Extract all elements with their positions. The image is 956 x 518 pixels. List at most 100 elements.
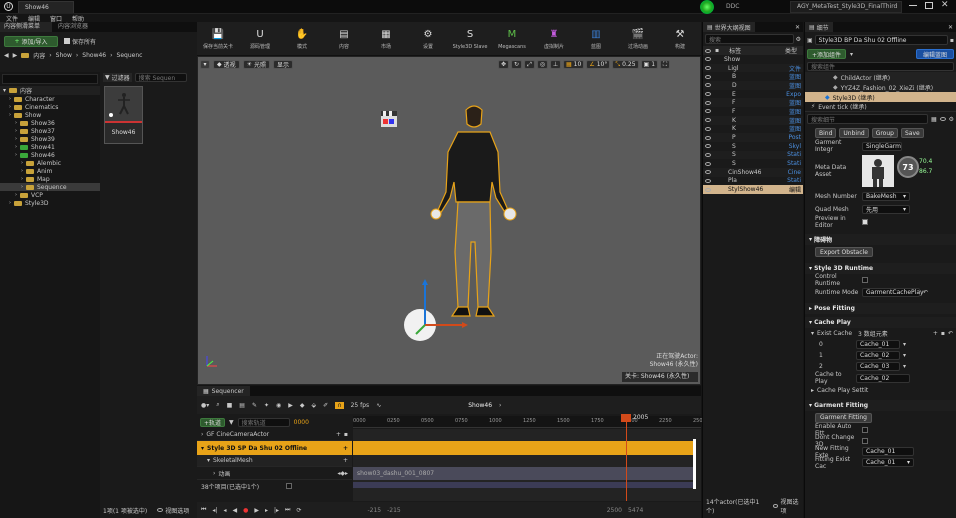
next-key-icon[interactable]: |▸ xyxy=(274,507,279,514)
chevron-down-icon[interactable]: ▾ xyxy=(903,363,906,370)
reset-icon[interactable]: ↶ xyxy=(948,330,956,337)
outliner-row[interactable]: StylShow46 编辑 xyxy=(703,185,803,194)
maximize-viewport-icon[interactable]: ⛶ xyxy=(660,60,671,69)
add-component-button[interactable]: +添加组件 xyxy=(807,49,847,59)
forward-icon[interactable]: ▶ xyxy=(13,52,18,59)
actor-name-input[interactable]: Style3D BP Da Shu 02 Offline xyxy=(814,35,948,45)
runtime-mode-select[interactable]: GarmentCachePlay xyxy=(862,288,924,297)
breadcrumb-item-show[interactable]: Show xyxy=(56,52,72,59)
settings-icon[interactable]: ⚙ xyxy=(949,116,954,123)
toolbar-button[interactable]: ⚙ 设置 xyxy=(407,23,449,55)
track-row-skeletalmesh[interactable]: ▾ SkeletalMesh + xyxy=(197,455,352,467)
outliner-row[interactable]: S Skyl xyxy=(703,142,803,151)
outliner-row[interactable]: F 蓝图 xyxy=(703,98,803,107)
bind-button[interactable]: Bind xyxy=(815,128,837,138)
chevron-down-icon[interactable]: ▾ xyxy=(903,341,906,348)
add-icon[interactable]: + xyxy=(336,431,341,438)
surface-snap-icon[interactable]: ⊥ xyxy=(550,60,561,69)
tree-item[interactable]: › Sequence xyxy=(0,183,100,191)
world-icon[interactable]: ◎ xyxy=(537,60,548,69)
toolbar-button[interactable]: ✋ 模式 xyxy=(281,23,323,55)
minimize-icon[interactable] xyxy=(909,5,917,6)
add-icon[interactable]: + xyxy=(933,330,938,337)
render-icon[interactable]: ▤ xyxy=(239,402,245,409)
details-search-input[interactable]: 搜索细节 xyxy=(807,114,928,124)
outliner-row[interactable]: S Stati xyxy=(703,150,803,160)
prev-key-icon[interactable]: ◂| xyxy=(212,507,217,514)
eye-icon[interactable] xyxy=(705,161,711,166)
breadcrumb-item-show46[interactable]: Show46 xyxy=(82,52,106,59)
eye-icon[interactable] xyxy=(705,92,711,97)
edit-blueprint-button[interactable]: 编辑蓝图 xyxy=(915,49,954,59)
transform-tool-icon[interactable]: ✎ xyxy=(252,402,257,409)
view-options-button[interactable]: 视图选项 xyxy=(157,506,189,515)
tree-item[interactable]: › Show41 xyxy=(0,143,100,151)
key-icon[interactable]: ✦ xyxy=(264,402,269,409)
save-button[interactable]: Save xyxy=(900,128,924,138)
search-folders[interactable] xyxy=(2,74,98,84)
eye-icon[interactable] xyxy=(705,118,711,123)
outliner-row[interactable]: K 蓝图 xyxy=(703,115,803,125)
playhead[interactable] xyxy=(626,416,627,501)
visibility-icon[interactable]: ◉ xyxy=(276,402,281,409)
viewport-menu-button[interactable]: ▾ xyxy=(200,60,210,69)
tree-item[interactable]: › Map xyxy=(0,175,100,183)
timeline-area[interactable]: show03_dashu_001_0807 xyxy=(353,416,701,501)
outliner-row[interactable]: B 蓝图 xyxy=(703,72,803,81)
eye-icon[interactable] xyxy=(705,66,711,71)
filter-button[interactable]: ▼ 过滤器 xyxy=(103,73,132,82)
eye-icon[interactable] xyxy=(705,57,711,62)
tab-outliner[interactable]: ▤ 世界大纲视图 xyxy=(703,22,755,32)
jump-end-icon[interactable]: ⏭ xyxy=(285,506,290,514)
tree-item[interactable]: › Cinematics xyxy=(0,103,100,111)
export-obstacle-button[interactable]: Export Obstacle xyxy=(815,247,873,257)
translate-icon[interactable]: ✥ xyxy=(498,60,509,69)
cine-camera-actor-icon[interactable] xyxy=(380,110,398,128)
close-tab-icon[interactable]: ✕ xyxy=(795,24,803,31)
add-track-button[interactable]: +轨道 xyxy=(200,417,226,427)
lock-key-icon[interactable]: ⬙ xyxy=(312,402,317,409)
outliner-row[interactable]: CinShow46 Cine xyxy=(703,167,803,177)
preview-editor-checkbox[interactable] xyxy=(862,219,868,225)
cache-play-setting-row[interactable]: ▸ Cache Play Settit xyxy=(805,384,956,396)
eye-icon[interactable] xyxy=(705,135,711,140)
eye-icon[interactable] xyxy=(705,144,711,149)
tree-item[interactable]: › Show39 xyxy=(0,135,100,143)
add-icon[interactable]: + xyxy=(343,445,352,452)
scale-icon[interactable]: ⤢ xyxy=(524,60,535,69)
eye-icon[interactable] xyxy=(705,187,711,192)
fitting-exist-select[interactable]: Cache_01 ▾ xyxy=(862,458,914,467)
grid-snap-button[interactable]: ▦ 10 xyxy=(563,60,585,69)
eye-icon[interactable] xyxy=(705,83,711,88)
tree-item[interactable]: › Show46 xyxy=(0,151,100,159)
anim-clip[interactable]: show03_dashu_001_0807 xyxy=(353,467,693,480)
component-row[interactable]: ◆ YYZ4Z_Fashion_02_XieZi (继承) xyxy=(805,82,956,92)
eye-icon[interactable] xyxy=(705,178,711,183)
garment-integration-select[interactable]: SingleGarm xyxy=(862,141,902,151)
scale-snap-button[interactable]: ⤡ 0.25 xyxy=(612,60,639,69)
toolbar-button[interactable]: ▦ 市场 xyxy=(365,23,407,55)
tree-item[interactable]: › Character xyxy=(0,95,100,103)
eye-icon[interactable] xyxy=(705,109,711,114)
play-icon[interactable]: ▶ xyxy=(254,507,259,514)
outliner-search-input[interactable]: 搜索 xyxy=(705,34,794,44)
save-all-button[interactable]: 保存所有 xyxy=(64,37,96,46)
tree-item[interactable]: › Show36 xyxy=(0,119,100,127)
tree-item[interactable]: › Show xyxy=(0,111,100,119)
toolbar-button[interactable]: U 源码管理 xyxy=(239,23,281,55)
add-import-button[interactable]: + 添加/导入 xyxy=(4,35,58,47)
playback-options-icon[interactable]: ▶ xyxy=(288,402,293,409)
tab-content-browser[interactable]: 内容浏览器 xyxy=(52,22,122,32)
control-runtime-checkbox[interactable] xyxy=(862,277,868,283)
breadcrumb-item-content[interactable]: 内容 xyxy=(33,51,45,60)
lock-icon[interactable]: ▪ xyxy=(950,37,954,44)
toolbar-button[interactable]: 🎬 过场动画 xyxy=(617,23,659,55)
outliner-view-options[interactable]: 视图选项 xyxy=(772,497,804,515)
outliner-row[interactable]: Show xyxy=(703,55,803,64)
perspective-button[interactable]: ◆ 透视 xyxy=(213,60,240,69)
dont-change-checkbox[interactable] xyxy=(862,437,868,444)
camera-icon[interactable]: ■ xyxy=(227,402,233,409)
track-row-animation[interactable]: › 动画 ◂◆▸ xyxy=(197,467,352,480)
snap-toggle-icon[interactable]: ∩ xyxy=(335,401,344,409)
toolbar-button[interactable]: ⚒ 构建 xyxy=(659,23,701,55)
